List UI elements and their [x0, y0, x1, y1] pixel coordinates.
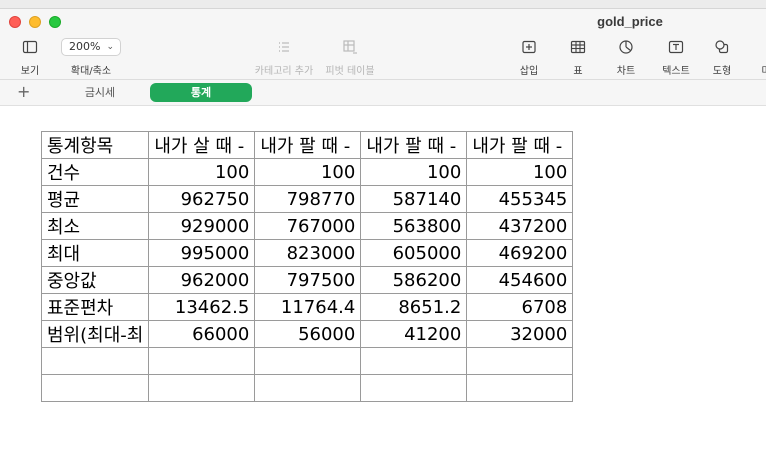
toolbar: gold_price 보기 200% ⌄ 확대/축소 카테고리 추가 피벗 테이… — [0, 9, 766, 80]
table-cell[interactable]: 455345 — [466, 185, 574, 213]
row-label-cell[interactable]: 최소 — [40, 212, 150, 240]
chart-button[interactable]: 차트 — [611, 39, 641, 77]
table-cell[interactable]: 66000 — [148, 320, 256, 348]
table-cell[interactable]: 962000 — [148, 266, 256, 294]
table-header-row: 통계항목 내가 살 때 - 내가 팔 때 - 내가 팔 때 - 내가 팔 때 - — [40, 131, 574, 159]
text-label: 텍스트 — [662, 66, 690, 77]
table-cell[interactable]: 100 — [254, 158, 362, 186]
zoom-label: 확대/축소 — [70, 66, 112, 77]
table-row: 표준편차 13462.5 11764.4 8651.2 6708 — [40, 293, 574, 321]
table-cell[interactable] — [148, 347, 256, 375]
table-cell[interactable]: 8651.2 — [360, 293, 468, 321]
shape-icon — [715, 40, 729, 54]
statistics-table: 통계항목 내가 살 때 - 내가 팔 때 - 내가 팔 때 - 내가 팔 때 - 건수 10… — [40, 131, 574, 402]
table-cell[interactable]: 11764.4 — [254, 293, 362, 321]
row-label-cell[interactable]: 표준편차 — [40, 293, 150, 321]
table-cell[interactable]: 437200 — [466, 212, 574, 240]
table-cell[interactable]: 32000 — [466, 320, 574, 348]
numbers-window: gold_price 보기 200% ⌄ 확대/축소 카테고리 추가 피벗 테이… — [0, 9, 766, 455]
sidebar-icon — [22, 40, 38, 54]
table-row: 범위(최대-최 66000 56000 41200 32000 — [40, 320, 574, 348]
table-row: 최대 995000 823000 605000 469200 — [40, 239, 574, 267]
table-cell[interactable]: 767000 — [254, 212, 362, 240]
add-sheet-button[interactable]: + — [17, 82, 30, 101]
table-cell[interactable]: 823000 — [254, 239, 362, 267]
table-cell[interactable]: 100 — [360, 158, 468, 186]
row-label-cell[interactable]: 최대 — [40, 239, 150, 267]
shape-button[interactable]: 도형 — [707, 39, 737, 77]
table-cell[interactable]: 100 — [466, 158, 574, 186]
pivot-table-button[interactable]: 피벗 테이블 — [310, 39, 390, 77]
pivot-table-icon — [343, 40, 357, 54]
table-cell[interactable] — [148, 374, 256, 402]
chart-icon — [619, 40, 633, 54]
table-cell[interactable]: 995000 — [148, 239, 256, 267]
table-cell[interactable]: 100 — [148, 158, 256, 186]
table-cell[interactable] — [254, 347, 362, 375]
sheet-canvas: 통계항목 내가 살 때 - 내가 팔 때 - 내가 팔 때 - 내가 팔 때 - 건수 10… — [0, 106, 766, 455]
table-cell[interactable]: 6708 — [466, 293, 574, 321]
table-row — [40, 347, 574, 375]
table-cell[interactable]: 605000 — [360, 239, 468, 267]
insert-label: 삽입 — [519, 66, 539, 77]
view-label: 보기 — [20, 66, 40, 77]
table-cell[interactable]: 586200 — [360, 266, 468, 294]
chart-label: 차트 — [616, 66, 636, 77]
row-label-cell[interactable]: 중앙값 — [40, 266, 150, 294]
table-cell[interactable] — [360, 347, 468, 375]
table-button[interactable]: 표 — [564, 39, 592, 77]
row-label-cell[interactable]: 건수 — [40, 158, 150, 186]
minimize-window-button[interactable] — [29, 16, 41, 28]
table-cell[interactable]: 41200 — [360, 320, 468, 348]
table-cell[interactable]: 962750 — [148, 185, 256, 213]
row-label-cell[interactable] — [40, 347, 150, 375]
row-label-cell[interactable] — [40, 374, 150, 402]
menu-bar-strip — [0, 0, 766, 9]
table-row — [40, 374, 574, 402]
insert-button[interactable]: 삽입 — [514, 39, 544, 77]
view-button[interactable]: 보기 — [14, 39, 46, 77]
list-icon — [279, 42, 289, 52]
document-title: gold_price — [597, 14, 663, 29]
close-window-button[interactable] — [9, 16, 21, 28]
table-cell[interactable]: 587140 — [360, 185, 468, 213]
zoom-window-button[interactable] — [49, 16, 61, 28]
table-cell[interactable] — [360, 374, 468, 402]
table-header-cell[interactable]: 통계항목 — [40, 131, 150, 159]
table-cell[interactable] — [466, 347, 574, 375]
media-button[interactable]: 미 — [756, 39, 766, 77]
media-label: 미 — [761, 66, 766, 77]
table-row: 중앙값 962000 797500 586200 454600 — [40, 266, 574, 294]
table-row: 평균 962750 798770 587140 455345 — [40, 185, 574, 213]
zoom-tool: 확대/축소 — [61, 39, 121, 77]
table-cell[interactable]: 13462.5 — [148, 293, 256, 321]
table-header-cell[interactable]: 내가 팔 때 - — [254, 131, 362, 159]
pivot-table-label: 피벗 테이블 — [325, 66, 375, 77]
shape-label: 도형 — [712, 66, 732, 77]
row-label-cell[interactable]: 평균 — [40, 185, 150, 213]
table-cell[interactable]: 563800 — [360, 212, 468, 240]
table-cell[interactable]: 797500 — [254, 266, 362, 294]
table-row: 건수 100 100 100 100 — [40, 158, 574, 186]
row-label-cell[interactable]: 범위(최대-최 — [40, 320, 150, 348]
table-cell[interactable] — [466, 374, 574, 402]
tab-gold-price[interactable]: 금시세 — [68, 83, 132, 102]
table-header-cell[interactable]: 내가 팔 때 - — [360, 131, 468, 159]
table-header-cell[interactable]: 내가 살 때 - — [148, 131, 256, 159]
sheet-tab-bar: + 금시세 통계 — [0, 80, 766, 106]
table-cell[interactable]: 454600 — [466, 266, 574, 294]
table-cell[interactable]: 929000 — [148, 212, 256, 240]
table-cell[interactable]: 469200 — [466, 239, 574, 267]
table-label: 표 — [573, 66, 583, 77]
insert-icon — [522, 40, 536, 54]
text-button[interactable]: 텍스트 — [658, 39, 694, 77]
table-cell[interactable]: 798770 — [254, 185, 362, 213]
table-cell[interactable]: 56000 — [254, 320, 362, 348]
table-cell[interactable] — [254, 374, 362, 402]
table-row: 최소 929000 767000 563800 437200 — [40, 212, 574, 240]
table-icon — [570, 40, 586, 54]
text-box-icon — [668, 40, 684, 54]
tab-statistics[interactable]: 통계 — [150, 83, 252, 102]
table-header-cell[interactable]: 내가 팔 때 - — [466, 131, 574, 159]
